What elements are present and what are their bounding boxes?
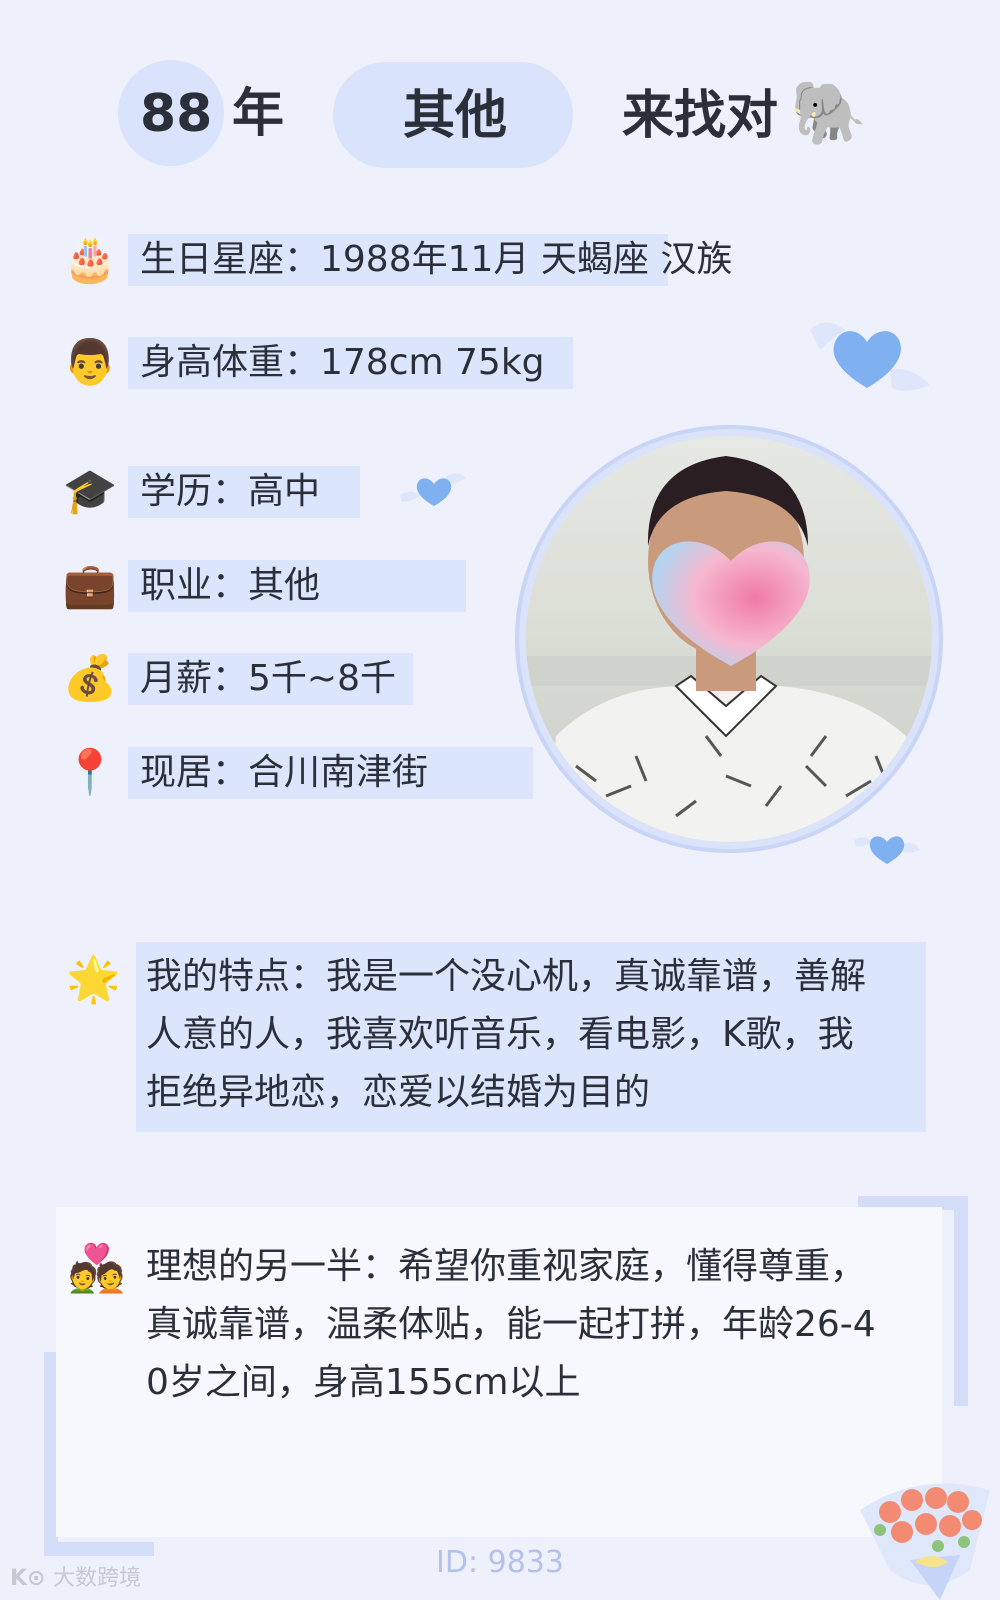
small-heart-icon	[854, 836, 920, 864]
star-icon: 🌟	[66, 954, 121, 1005]
job-info: 职业：其他	[140, 565, 321, 606]
cake-icon: 🎂	[62, 234, 118, 285]
ideal-line-2: 真诚靠谱，温柔体贴，能一起打拼，年龄26-4	[146, 1304, 876, 1345]
money-bag-icon: 💰	[62, 653, 118, 704]
bio-line-1: 我的特点：我是一个没心机，真诚靠谱，善解	[146, 956, 867, 997]
elephant-icon: 🐘	[790, 76, 868, 149]
salary-info: 月薪：5千~8千	[140, 658, 396, 699]
slogan: 来找对	[622, 86, 779, 146]
height-weight-info: 身高体重：178cm 75kg	[140, 342, 545, 383]
bio-line-3: 拒绝异地恋，恋爱以结婚为目的	[146, 1072, 651, 1113]
profile-photo-illustration	[526, 456, 932, 842]
birthday-info: 生日星座：1988年11月 天蝎座 汉族	[140, 239, 733, 280]
residence-info: 现居：合川南津街	[140, 752, 429, 793]
occupation-badge: 其他	[403, 86, 508, 146]
bio-text: 我的特点：我是一个没心机，真诚靠谱，善解 人意的人，我喜欢听音乐，看电影，K歌，…	[146, 948, 926, 1122]
watermark-logo-icon: K⊙	[10, 1566, 54, 1591]
watermark-text: 大数跨境	[53, 1566, 142, 1591]
age-year-suffix: 年	[232, 84, 285, 144]
ideal-line-3: 0岁之间，身高155cm以上	[146, 1362, 581, 1403]
ideal-line-1: 理想的另一半：希望你重视家庭，懂得尊重，	[146, 1246, 867, 1287]
age-year: 88	[140, 84, 213, 144]
couple-icon: 💑	[68, 1241, 126, 1295]
graduation-cap-icon: 🎓	[62, 466, 118, 517]
location-pin-icon: 📍	[62, 747, 118, 798]
education-info: 学历：高中	[140, 471, 321, 512]
ideal-partner-text: 理想的另一半：希望你重视家庭，懂得尊重， 真诚靠谱，温柔体贴，能一起打拼，年龄2…	[146, 1238, 926, 1412]
bio-line-2: 人意的人，我喜欢听音乐，看电影，K歌，我	[146, 1014, 854, 1055]
briefcase-icon: 💼	[62, 560, 118, 611]
watermark: K⊙ 大数跨境	[10, 1560, 141, 1592]
winged-heart-icon	[810, 322, 930, 391]
man-icon: 👨	[62, 337, 118, 388]
small-winged-heart-icon	[400, 473, 466, 506]
profile-id: ID: 9833	[436, 1545, 564, 1580]
profile-photo[interactable]	[526, 436, 932, 842]
